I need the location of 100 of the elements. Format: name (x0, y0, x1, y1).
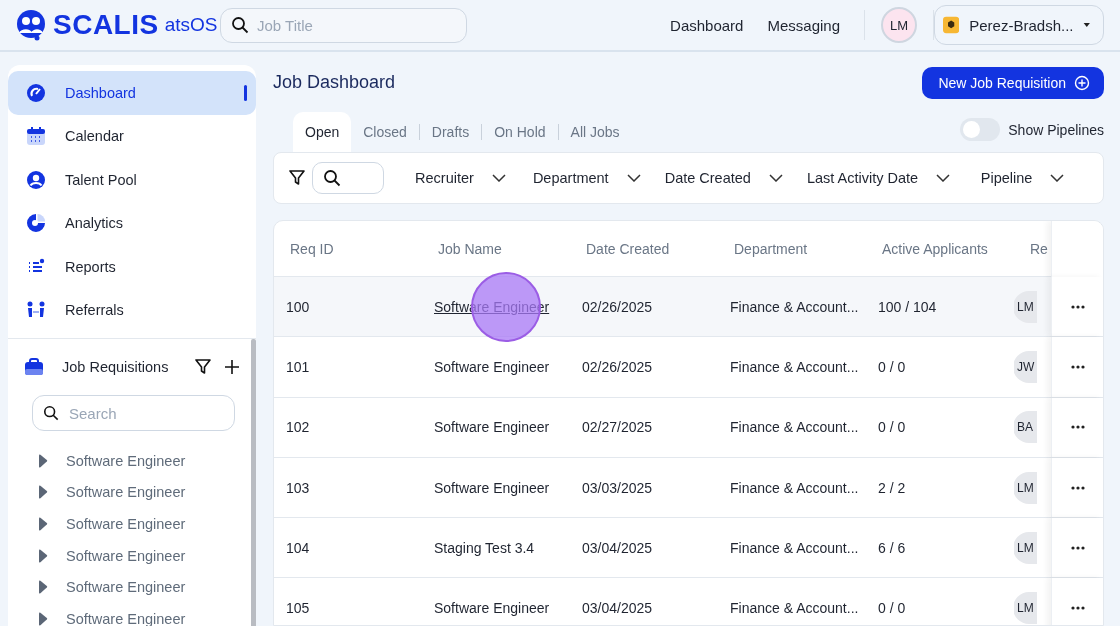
section-title: Job Requisitions (62, 359, 170, 375)
table-cell[interactable]: Software Engineer (434, 600, 550, 617)
more-icon (1070, 606, 1085, 611)
new-requisition-button[interactable]: New Job Requisition (922, 66, 1104, 99)
user-avatar[interactable]: LM (881, 7, 917, 43)
tree-item[interactable]: Software Engineer (66, 547, 186, 564)
product-name: atsOS (164, 14, 218, 36)
scrollbar[interactable] (251, 339, 256, 626)
chevron-down-icon (491, 174, 506, 182)
company-name: Perez-Bradsh... (969, 16, 1074, 34)
filter-dropdown[interactable]: Pipeline (962, 170, 1083, 186)
column-header[interactable]: Department (718, 241, 866, 257)
table-cell: Finance & Account... (730, 600, 859, 617)
search-field[interactable]: Search (32, 395, 235, 431)
column-header[interactable]: Req ID (274, 241, 422, 257)
table-cell: 0 / 0 (878, 600, 906, 617)
table-cell: 105 (286, 600, 310, 617)
recruiter-avatar: JW (1014, 350, 1037, 383)
filter-dropdown[interactable]: Date Created (652, 170, 795, 186)
chevron-down-icon (626, 174, 641, 182)
nav-link[interactable]: Messaging (767, 16, 840, 34)
table-cell: Finance & Account... (730, 419, 859, 436)
brand-name: SCALIS (53, 9, 159, 41)
tree-item[interactable]: Software Engineer (66, 516, 186, 532)
tab[interactable]: Open (293, 112, 352, 152)
sidebar-item[interactable]: Referrals (8, 288, 256, 332)
table-cell: Finance & Account... (730, 358, 859, 375)
column-header[interactable]: Date Created (570, 241, 718, 257)
calendar-icon (26, 126, 46, 147)
toggle-switch[interactable] (960, 118, 1001, 141)
tab[interactable]: Closed (351, 112, 419, 152)
table-cell: 03/03/2025 (582, 479, 653, 496)
more-icon (1070, 364, 1085, 369)
table-cell: 103 (286, 479, 310, 496)
search-icon (323, 169, 341, 187)
pie-chart-icon (26, 213, 46, 234)
tab[interactable]: All Jobs (558, 112, 632, 152)
page-title: Job Dashboard (273, 72, 396, 93)
table-cell: 03/04/2025 (582, 539, 653, 556)
table-row[interactable]: 105 Software Engineer 03/04/2025 Finance & Account... 0 / 0 LM (274, 578, 1103, 625)
search-field[interactable] (312, 162, 384, 194)
nav-link[interactable]: Dashboard (670, 16, 744, 34)
sidebar-item[interactable]: Reports (8, 245, 256, 289)
tree-item[interactable]: Software Engineer (66, 484, 186, 501)
add-circle-icon (1074, 74, 1090, 91)
sidebar-item[interactable]: Talent Pool (8, 158, 256, 202)
expand-icon (38, 580, 48, 595)
table-row[interactable]: 101 Software Engineer 02/26/2025 Finance & Account... 0 / 0 JW (274, 337, 1103, 398)
table-cell[interactable]: Software Engineer (434, 479, 550, 496)
table-cell: 104 (286, 539, 310, 556)
tree-item[interactable]: Software Engineer (66, 452, 186, 469)
recruiter-avatar: LM (1014, 290, 1037, 323)
column-header[interactable]: Job Name (422, 241, 570, 257)
chevron-down-icon (936, 174, 951, 182)
table-cell: 2 / 2 (878, 479, 906, 496)
tab[interactable]: On Hold (482, 112, 558, 152)
table-cell: Finance & Account... (730, 479, 859, 496)
expand-icon (38, 611, 48, 626)
sidebar-item[interactable]: Analytics (8, 201, 256, 245)
toggle-label: Show Pipelines (1008, 122, 1104, 138)
more-icon (1070, 425, 1085, 430)
table-cell: Finance & Account... (730, 539, 859, 556)
search-icon (43, 405, 59, 421)
recruiter-avatar: LM (1014, 471, 1037, 504)
table-cell: 02/27/2025 (582, 419, 653, 436)
table-row[interactable]: 104 Staging Test 3.4 03/04/2025 Finance & Account... 6 / 6 LM (274, 518, 1103, 579)
column-header[interactable]: Active Applicants (866, 241, 1014, 257)
filter-dropdown[interactable]: Department (520, 170, 653, 186)
table-row[interactable]: 102 Software Engineer 02/27/2025 Finance & Account... 0 / 0 BA (274, 397, 1103, 458)
table-cell[interactable]: Software Engineer (434, 419, 550, 436)
more-icon (1070, 485, 1085, 490)
search-field[interactable]: Job Title (220, 7, 467, 43)
expand-icon (38, 517, 48, 531)
filter-icon[interactable] (194, 358, 212, 376)
sidebar-item[interactable]: Dashboard (8, 71, 256, 115)
table-cell: 102 (286, 419, 310, 436)
sidebar-item[interactable]: Calendar (8, 114, 256, 158)
gauge-icon (26, 82, 46, 103)
tab[interactable]: Drafts (419, 112, 482, 152)
table-row[interactable]: 103 Software Engineer 03/03/2025 Finance & Account... 2 / 2 LM (274, 457, 1103, 519)
add-icon[interactable] (224, 359, 240, 375)
recruiter-avatar: LM (1014, 531, 1037, 564)
logo-icon (15, 9, 47, 41)
tree-item[interactable]: Software Engineer (66, 610, 186, 626)
table-cell: 02/26/2025 (582, 298, 653, 315)
table-cell: 0 / 0 (878, 358, 906, 375)
filter-dropdown[interactable]: Recruiter (400, 170, 521, 186)
filter-dropdown[interactable]: Last Activity Date (794, 170, 963, 186)
column-header[interactable]: Re (1014, 241, 1051, 257)
tree-item[interactable]: Software Engineer (66, 579, 186, 596)
table-cell[interactable]: Software Engineer (434, 358, 550, 375)
chevron-down-icon (768, 174, 783, 182)
table-cell: Finance & Account... (730, 298, 859, 315)
table-cell: 03/04/2025 (582, 600, 653, 617)
table-cell: 02/26/2025 (582, 358, 653, 375)
filter-icon[interactable] (288, 169, 306, 187)
table-cell[interactable]: Staging Test 3.4 (434, 539, 535, 556)
more-icon (1070, 304, 1085, 309)
company-selector[interactable]: Perez-Bradsh... (934, 5, 1104, 45)
caret-icon (1083, 21, 1091, 29)
